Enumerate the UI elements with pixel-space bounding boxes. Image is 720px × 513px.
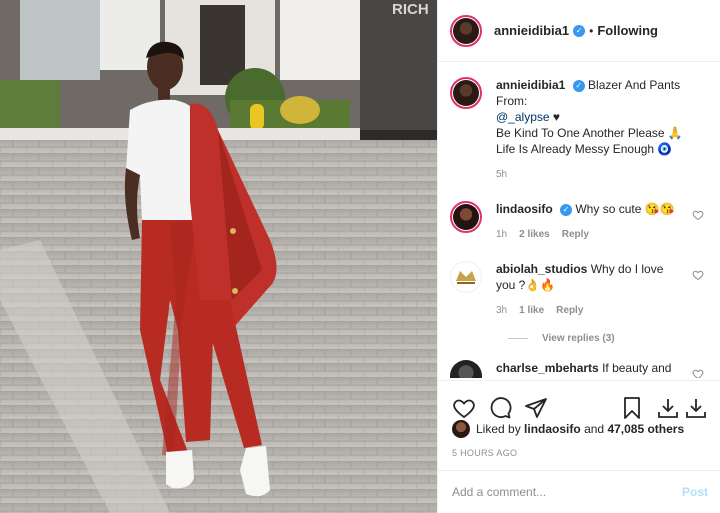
comment-likes[interactable]: 1 like xyxy=(519,303,544,319)
liked-by-others[interactable]: 47,085 others xyxy=(607,422,684,436)
caption-mention-link[interactable]: @_alypse xyxy=(496,110,550,124)
like-comment-heart-icon[interactable] xyxy=(692,269,704,281)
comment-time[interactable]: 1h xyxy=(496,227,507,243)
view-replies-button[interactable]: View replies (3) xyxy=(508,333,708,344)
comment-username[interactable]: lindaosifo xyxy=(496,202,553,216)
comment-username[interactable]: abiolah_studios xyxy=(496,262,587,276)
comment-username[interactable]: charlse_mbeharts xyxy=(496,361,599,375)
comment-avatar[interactable] xyxy=(450,360,482,378)
caption-username[interactable]: annieidibia1 xyxy=(496,78,565,92)
add-comment-bar: Post xyxy=(438,470,720,513)
comment-text: Why so cute 😘😘 xyxy=(575,202,675,216)
post-header: annieidibia1 ✓ • Following xyxy=(438,0,720,62)
download-icon[interactable] xyxy=(656,396,680,420)
post-timestamp[interactable]: 5 HOURS AGO xyxy=(452,448,517,458)
heart-emoji: ♥ xyxy=(552,110,561,124)
caption: annieidibia1 ✓ Blazer And Pants From: @_… xyxy=(450,77,708,183)
caption-line3: Be Kind To One Another Please 🙏 xyxy=(496,126,683,140)
caption-time[interactable]: 5h xyxy=(496,167,507,183)
download-icon[interactable] xyxy=(684,396,708,420)
author-username[interactable]: annieidibia1 xyxy=(494,23,569,38)
reply-button[interactable]: Reply xyxy=(556,303,583,319)
comment-time[interactable]: 3h xyxy=(496,303,507,319)
verified-badge-icon: ✓ xyxy=(572,80,585,92)
post-button[interactable]: Post xyxy=(682,485,708,499)
caption-avatar[interactable] xyxy=(450,77,482,109)
liked-by-user[interactable]: lindaosifo xyxy=(524,422,581,436)
building-sign: RICH xyxy=(392,1,429,18)
comment-item: charlse_mbeharts If beauty and cuteness … xyxy=(450,360,708,378)
liker-avatar[interactable] xyxy=(452,420,470,438)
comment-icon[interactable] xyxy=(488,396,512,420)
comment-likes[interactable]: 2 likes xyxy=(519,227,550,243)
author-avatar[interactable] xyxy=(450,14,482,47)
comments-list[interactable]: annieidibia1 ✓ Blazer And Pants From: @_… xyxy=(438,63,720,378)
like-comment-heart-icon[interactable] xyxy=(692,209,704,221)
separator-dot: • xyxy=(589,23,594,38)
comment-input[interactable] xyxy=(452,485,682,499)
reply-button[interactable]: Reply xyxy=(562,227,589,243)
view-replies-label: View replies (3) xyxy=(542,333,615,344)
replies-divider xyxy=(508,338,528,339)
verified-badge-icon: ✓ xyxy=(560,204,573,216)
comment-avatar[interactable] xyxy=(450,201,482,233)
liked-by-prefix: Liked by xyxy=(476,422,521,436)
share-icon[interactable] xyxy=(524,396,548,420)
following-button[interactable]: Following xyxy=(597,23,658,38)
heart-icon[interactable] xyxy=(452,396,476,420)
liked-by-and: and xyxy=(584,422,605,436)
liked-by: Liked by lindaosifo and 47,085 others xyxy=(452,420,684,438)
verified-badge-icon: ✓ xyxy=(573,24,586,37)
caption-line4: Life Is Already Messy Enough 🧿 xyxy=(496,142,673,156)
post-photo[interactable]: RICH xyxy=(0,0,437,513)
post-side-panel: annieidibia1 ✓ • Following annieidibia1 … xyxy=(437,0,720,513)
comment-item: lindaosifo ✓ Why so cute 😘😘 1h 2 likes R… xyxy=(450,201,708,243)
comment-avatar[interactable] xyxy=(450,261,482,293)
like-comment-heart-icon[interactable] xyxy=(692,368,704,378)
action-bar xyxy=(438,380,720,424)
bookmark-icon[interactable] xyxy=(620,396,644,420)
photo-scene: RICH xyxy=(0,0,437,513)
comment-item: abiolah_studios Why do I love you ?👌🔥 3h… xyxy=(450,261,708,319)
studio-logo-icon xyxy=(456,271,476,284)
